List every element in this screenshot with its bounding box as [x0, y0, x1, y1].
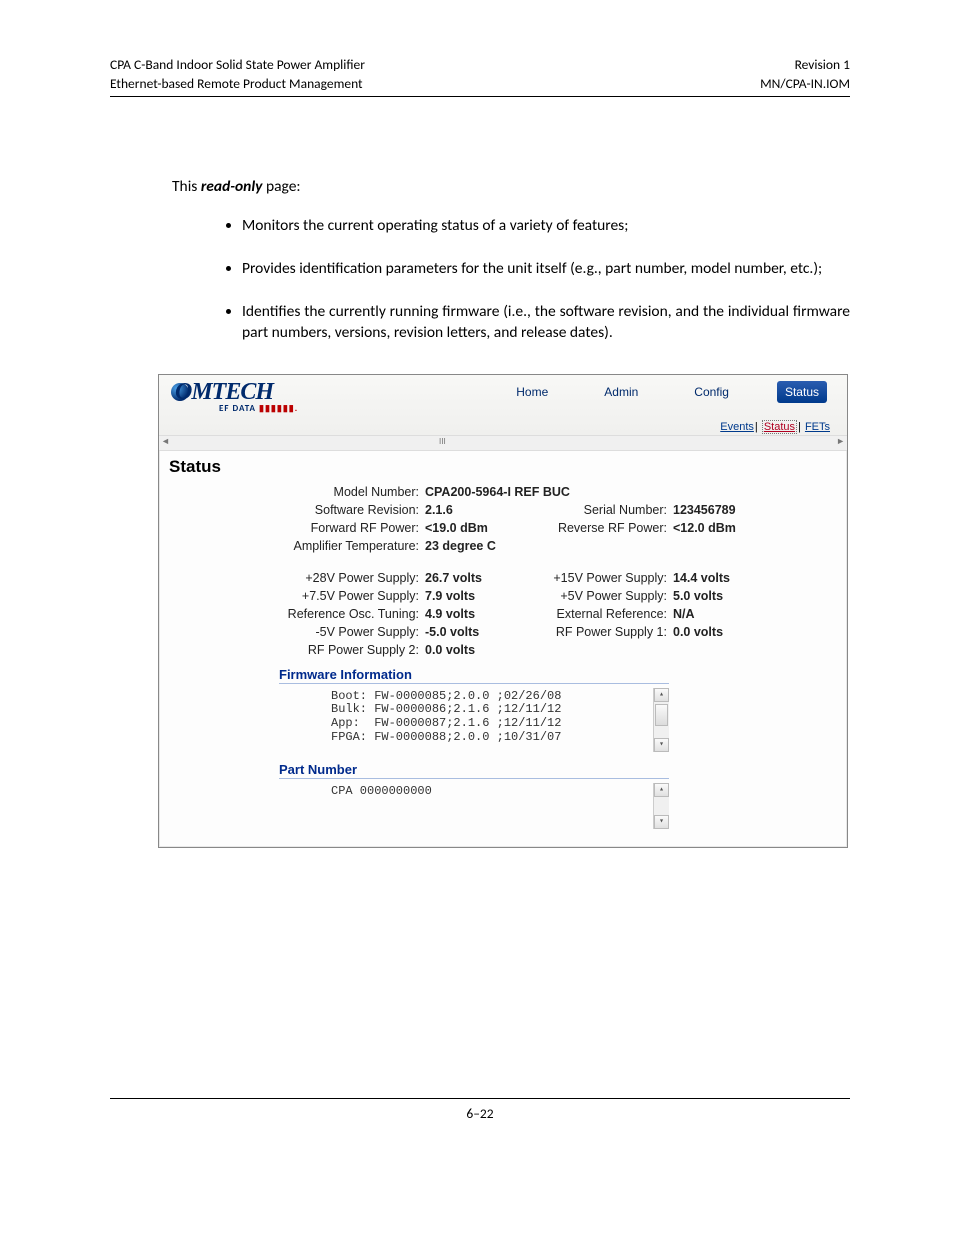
- p5-label: +5V Power Supply:: [527, 589, 673, 603]
- rf1-value: 0.0 volts: [673, 625, 775, 639]
- rf2-value: 0.0 volts: [425, 643, 527, 657]
- scroll-up-icon[interactable]: ▴: [654, 783, 669, 797]
- ext-value: N/A: [673, 607, 775, 621]
- partnumber-textbox[interactable]: CPA 0000000000 ▴ ▾: [281, 783, 669, 829]
- p5-value: 5.0 volts: [673, 589, 775, 603]
- firmware-content: Boot: FW-0000085;2.0.0 ;02/26/08 Bulk: F…: [281, 688, 669, 745]
- serial-value: 123456789: [673, 503, 775, 517]
- embedded-screenshot: OMTECH EF DATA ▮▮▮▮▮▮. Home Admin Config…: [158, 374, 848, 848]
- p28-label: +28V Power Supply:: [269, 571, 425, 585]
- nav-config[interactable]: Config: [686, 381, 737, 403]
- header-left-2: Ethernet-based Remote Product Management: [110, 75, 363, 92]
- serial-label: Serial Number:: [527, 503, 673, 517]
- p28-value: 26.7 volts: [425, 571, 527, 585]
- bullet-1: Monitors the current operating status of…: [242, 216, 850, 237]
- nav-status[interactable]: Status: [777, 381, 827, 403]
- bullet-3: Identifies the currently running firmwar…: [242, 302, 850, 344]
- firmware-textbox[interactable]: Boot: FW-0000085;2.0.0 ;02/26/08 Bulk: F…: [281, 688, 669, 752]
- p15-label: +15V Power Supply:: [527, 571, 673, 585]
- page-footer: 6–22: [110, 1098, 850, 1122]
- rf2-label: RF Power Supply 2:: [269, 643, 425, 657]
- feature-list: Monitors the current operating status of…: [218, 216, 850, 344]
- p75-label: +7.5V Power Supply:: [269, 589, 425, 603]
- model-value: CPA200-5964-I REF BUC: [425, 485, 582, 499]
- fwd-value: <19.0 dBm: [425, 521, 527, 535]
- subnav-fets[interactable]: FETs: [805, 421, 830, 433]
- intro-paragraph: This read-only page:: [172, 177, 850, 198]
- fwd-label: Forward RF Power:: [269, 521, 425, 535]
- subnav-events[interactable]: Events: [720, 421, 754, 433]
- intro-prefix: This: [172, 177, 201, 196]
- rev-value: <12.0 dBm: [673, 521, 775, 535]
- ext-label: External Reference:: [527, 607, 673, 621]
- firmware-heading: Firmware Information: [279, 667, 669, 684]
- n5-label: -5V Power Supply:: [269, 625, 425, 639]
- partnumber-heading: Part Number: [279, 762, 669, 779]
- p15-value: 14.4 volts: [673, 571, 775, 585]
- scroll-down-icon[interactable]: ▾: [654, 815, 669, 829]
- scroll-thumb[interactable]: [655, 704, 668, 726]
- rf1-label: RF Power Supply 1:: [527, 625, 673, 639]
- logo-subtext: EF DATA ▮▮▮▮▮▮.: [219, 403, 298, 414]
- scroll-up-icon[interactable]: ▴: [654, 688, 669, 702]
- header-right-2: MN/CPA-IN.IOM: [760, 75, 850, 92]
- rev-label: Reverse RF Power:: [527, 521, 673, 535]
- scroll-down-icon[interactable]: ▾: [654, 738, 669, 752]
- page-title: Status: [169, 457, 829, 477]
- osc-label: Reference Osc. Tuning:: [269, 607, 425, 621]
- subnav-status[interactable]: Status: [762, 420, 797, 434]
- logo-text: OMTECH: [175, 379, 273, 406]
- bullet-2: Provides identification parameters for t…: [242, 259, 850, 280]
- temp-label: Amplifier Temperature:: [269, 539, 425, 553]
- nav-admin[interactable]: Admin: [596, 381, 646, 403]
- p75-value: 7.9 volts: [425, 589, 527, 603]
- header-right-1: Revision 1: [795, 56, 850, 73]
- status-grid: Model Number:CPA200-5964-I REF BUC Softw…: [269, 485, 829, 657]
- sw-value: 2.1.6: [425, 503, 527, 517]
- n5-value: -5.0 volts: [425, 625, 527, 639]
- intro-em: read-only: [201, 177, 263, 196]
- osc-value: 4.9 volts: [425, 607, 527, 621]
- nav-home[interactable]: Home: [508, 381, 556, 403]
- sw-label: Software Revision:: [269, 503, 425, 517]
- intro-suffix: page:: [262, 177, 300, 196]
- model-label: Model Number:: [269, 485, 425, 499]
- horizontal-scrollbar[interactable]: ◄III►: [159, 435, 847, 451]
- temp-value: 23 degree C: [425, 539, 527, 553]
- header-left-1: CPA C-Band Indoor Solid State Power Ampl…: [110, 56, 365, 73]
- partnumber-content: CPA 0000000000: [281, 783, 669, 799]
- sub-nav: Events| Status| FETs: [719, 421, 831, 433]
- header-rule: [110, 96, 850, 97]
- partnumber-scrollbar[interactable]: ▴ ▾: [653, 783, 669, 829]
- main-nav: Home Admin Config Status: [508, 381, 827, 403]
- firmware-scrollbar[interactable]: ▴ ▾: [653, 688, 669, 752]
